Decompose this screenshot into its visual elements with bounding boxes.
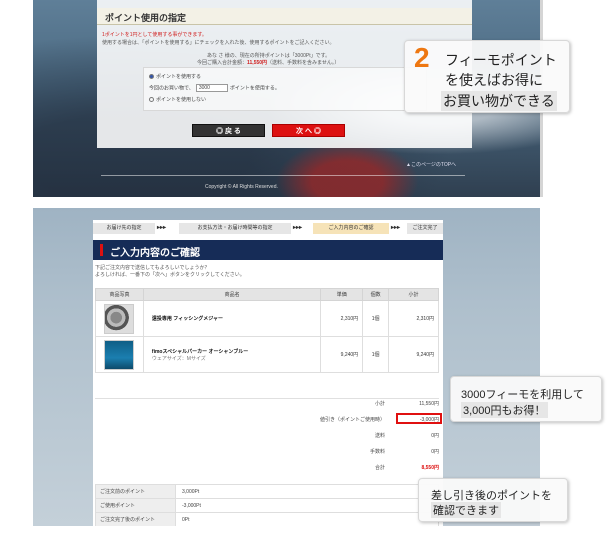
callout-1-line1: フィーモポイント bbox=[445, 52, 557, 68]
item-name: 遠投専用 フィッシングメジャー bbox=[151, 316, 223, 322]
order-total-text: 今回ご購入合計金額：11,550円（送料、手数料を含みません。） bbox=[197, 59, 339, 66]
summary-label: 手数料 bbox=[369, 449, 385, 455]
callout-2-line2: 3,000円もお得！ bbox=[461, 402, 548, 418]
option-use-label: ポイントを使用する bbox=[156, 74, 202, 80]
table-row: 遠投専用 フィッシングメジャー 2,310円 1個 2,310円 bbox=[95, 300, 439, 337]
item-name-cell: fimoスペシャルパーカー オーシャンブルー ウェアサイズ：Mサイズ bbox=[142, 336, 322, 373]
callout-discount: 3000フィーモを利用して 3,000円もお得！ bbox=[450, 376, 602, 422]
confirm-intro-2: よろしければ、一番下の「次へ」ボタンをクリックしてください。 bbox=[95, 272, 245, 278]
item-photo-cell bbox=[95, 336, 144, 373]
option-no-points[interactable]: ポイントを使用しない bbox=[149, 96, 206, 103]
current-points-text: あな さ 様の、現在の所持ポイントは「3000Pt」です。 bbox=[207, 53, 331, 59]
next-button[interactable]: 次 へ ◎ bbox=[272, 124, 345, 137]
callout-3-line1: 差し引き後のポイントを bbox=[431, 490, 552, 502]
points-value: 3,000Pt bbox=[175, 484, 439, 499]
copyright-text: Copyright © All Rights Reserved. bbox=[205, 184, 278, 190]
option-amount-row: 今回のお買い物で、 3000 ポイントを使用する。 bbox=[149, 84, 280, 92]
summary-label: 小計 bbox=[374, 401, 385, 407]
fishing-reel-thumbnail bbox=[104, 303, 135, 334]
table-row: ご使用ポイント -3,000Pt bbox=[95, 498, 439, 513]
checkout-steps: お届け先の指定 ▸▸▸ お支払方法・お届け時間等の指定 ▸▸▸ ご入力内容のご確… bbox=[93, 223, 443, 234]
summary-total-value: 8,550円 bbox=[421, 465, 439, 471]
points-label: ご注文前のポイント bbox=[95, 484, 176, 499]
table-row: fimoスペシャルパーカー オーシャンブルー ウェアサイズ：Mサイズ 9,240円… bbox=[95, 336, 439, 373]
col-qty: 個数 bbox=[362, 288, 390, 301]
point-note-red: 1ポイントを1円として使用する事ができます。 bbox=[102, 32, 207, 38]
summary-label: 合計 bbox=[374, 465, 385, 471]
page-top-link[interactable]: ▲このページのTOPへ bbox=[406, 161, 456, 168]
order-items-table: 商品写真 商品名 単価 個数 小計 遠投専用 フィッシングメジャー 2,310円… bbox=[95, 288, 439, 373]
item-photo-cell bbox=[95, 300, 144, 337]
callout-step-number: 2 bbox=[414, 42, 430, 73]
order-total-note: （送料、手数料を含みません。） bbox=[267, 60, 340, 66]
item-subtotal: 9,240円 bbox=[388, 336, 439, 373]
confirm-title-bar: ご入力内容のご確認 bbox=[93, 240, 443, 260]
item-name-cell: 遠投専用 フィッシングメジャー bbox=[142, 300, 322, 337]
callout-point-benefit: 2 フィーモポイント を使えばお得に お買い物ができる bbox=[404, 40, 570, 113]
col-name: 商品名 bbox=[142, 288, 322, 301]
points-label: ご使用ポイント bbox=[95, 498, 176, 513]
step-arrow: ▸▸▸ bbox=[293, 225, 303, 231]
order-total-label: 今回ご購入合計金額： bbox=[197, 60, 248, 66]
tutorial-page: ポイント使用の指定 1ポイントを1円として使用する事ができます。 使用する場合は… bbox=[0, 0, 607, 534]
confirm-title: ご入力内容のご確認 bbox=[110, 248, 200, 259]
points-value: 0Pt bbox=[175, 512, 439, 526]
confirm-intro-1: 下記ご注文内容で送信してもよろしいでしょうか？ bbox=[95, 265, 210, 271]
col-subtotal: 小計 bbox=[388, 288, 439, 301]
summary-value: 11,550円 bbox=[419, 401, 439, 407]
item-qty: 1個 bbox=[362, 336, 390, 373]
step-complete: ご注文完了 bbox=[407, 223, 443, 234]
option-no-use-label: ポイントを使用しない bbox=[156, 97, 207, 103]
points-table: ご注文前のポイント 3,000Pt ご使用ポイント -3,000Pt ご注文完了後の… bbox=[95, 484, 439, 526]
summary-label: 値引き（ポイントご使用時） bbox=[319, 417, 385, 423]
summary-label: 送料 bbox=[374, 433, 385, 439]
callout-remaining-points: 差し引き後のポイントを 確認できます bbox=[418, 478, 568, 522]
step-arrow: ▸▸▸ bbox=[157, 225, 167, 231]
order-total-value: 11,550円 bbox=[247, 60, 268, 66]
summary-value: 0円 bbox=[431, 449, 439, 455]
points-label: ご注文完了後のポイント bbox=[95, 512, 176, 526]
table-header-row: 商品写真 商品名 単価 個数 小計 bbox=[95, 288, 439, 301]
option-amount-suffix: ポイントを使用する。 bbox=[229, 85, 280, 92]
order-confirm-panel: お届け先の指定 ▸▸▸ お支払方法・お届け時間等の指定 ▸▸▸ ご入力内容のご確… bbox=[93, 220, 443, 526]
point-options: ポイントを使用する 今回のお買い物で、 3000 ポイントを使用する。 ポイントを使… bbox=[143, 67, 427, 111]
radio-selected-icon[interactable] bbox=[149, 74, 154, 80]
col-price: 単価 bbox=[320, 288, 364, 301]
option-amount-prefix: 今回のお買い物で、 bbox=[149, 85, 194, 92]
item-subtotal: 2,310円 bbox=[388, 300, 439, 337]
item-variant: ウェアサイズ：Mサイズ bbox=[151, 355, 206, 362]
callout-1-line2: を使えばお得に bbox=[445, 72, 543, 88]
step-delivery: お届け先の指定 bbox=[93, 223, 155, 234]
step-arrow: ▸▸▸ bbox=[391, 225, 401, 231]
callout-1-line3: お買い物ができる bbox=[441, 91, 557, 111]
callout-2-line1: 3000フィーモを利用して bbox=[461, 389, 584, 401]
step-confirm: ご入力内容のご確認 bbox=[313, 223, 389, 234]
parka-thumbnail bbox=[104, 339, 135, 370]
callout-3-line2: 確認できます bbox=[431, 502, 501, 518]
point-note-gray: 使用する場合は、「ポイントを使用する」にチェックを入れた後、使用するポイントをご… bbox=[102, 40, 335, 46]
step-payment: お支払方法・お届け時間等の指定 bbox=[179, 223, 291, 234]
point-usage-heading: ポイント使用の指定 bbox=[97, 8, 472, 25]
discount-highlight bbox=[396, 413, 442, 424]
summary-value: 0円 bbox=[431, 433, 439, 439]
table-row: ご注文完了後のポイント 0Pt bbox=[95, 512, 439, 526]
col-photo: 商品写真 bbox=[95, 288, 144, 301]
points-value: -3,000Pt bbox=[175, 498, 439, 513]
radio-unselected-icon[interactable] bbox=[149, 97, 154, 103]
table-row: ご注文前のポイント 3,000Pt bbox=[95, 484, 439, 499]
item-price: 9,240円 bbox=[320, 336, 364, 373]
item-name: fimoスペシャルパーカー オーシャンブルー bbox=[151, 348, 249, 355]
option-use-points[interactable]: ポイントを使用する bbox=[149, 73, 201, 80]
title-accent-bar bbox=[100, 244, 103, 256]
item-price: 2,310円 bbox=[320, 300, 364, 337]
item-qty: 1個 bbox=[362, 300, 390, 337]
point-usage-title: ポイント使用の指定 bbox=[105, 13, 187, 23]
back-button[interactable]: ◎ 戻 る bbox=[192, 124, 265, 137]
points-amount-input[interactable]: 3000 bbox=[195, 84, 228, 92]
footer-divider bbox=[101, 175, 465, 176]
